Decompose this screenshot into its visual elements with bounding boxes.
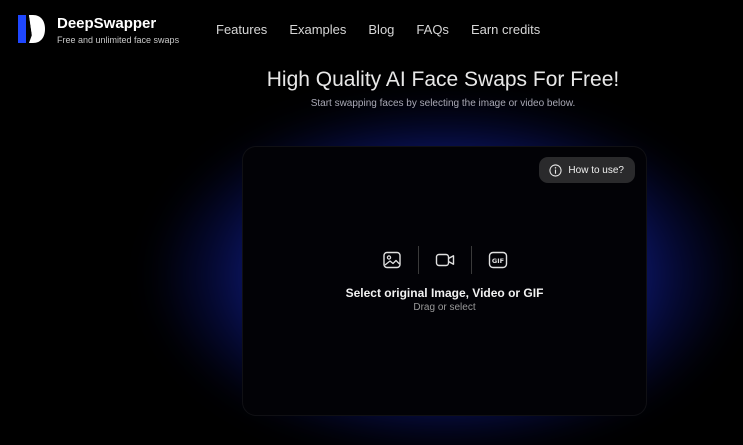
upload-subtitle: Drag or select	[413, 302, 476, 313]
info-icon	[549, 163, 562, 177]
media-type-icons: GIF	[243, 246, 646, 274]
divider	[417, 246, 419, 274]
hero-title: High Quality AI Face Swaps For Free!	[266, 68, 620, 91]
nav-item-faqs[interactable]: FAQs	[416, 22, 449, 38]
divider	[470, 246, 472, 274]
header: DeepSwapper Free and unlimited face swap…	[0, 0, 743, 60]
nav-item-features[interactable]: Features	[216, 22, 267, 38]
brand[interactable]: DeepSwapper Free and unlimited face swap…	[57, 15, 179, 45]
how-to-use-label: How to use?	[568, 164, 624, 176]
hero-subtitle: Start swapping faces by selecting the im…	[310, 98, 576, 109]
deepswapper-logo-icon[interactable]	[16, 14, 46, 44]
upload-title: Select original Image, Video or GIF	[345, 286, 544, 300]
how-to-use-button[interactable]: How to use?	[539, 157, 635, 183]
nav-item-blog[interactable]: Blog	[368, 22, 394, 38]
upload-dropzone[interactable]: How to use? GIF Select original Image, V…	[242, 146, 647, 416]
brand-tagline: Free and unlimited face swaps	[57, 35, 180, 45]
svg-text:GIF: GIF	[491, 257, 503, 265]
brand-name: DeepSwapper	[57, 15, 157, 32]
video-camera-icon	[435, 253, 454, 267]
nav-item-earn-credits[interactable]: Earn credits	[471, 22, 540, 38]
main-nav: Features Examples Blog FAQs Earn credits	[216, 22, 562, 38]
gif-icon: GIF	[488, 251, 507, 269]
image-icon	[382, 251, 401, 269]
nav-item-examples[interactable]: Examples	[289, 22, 346, 38]
